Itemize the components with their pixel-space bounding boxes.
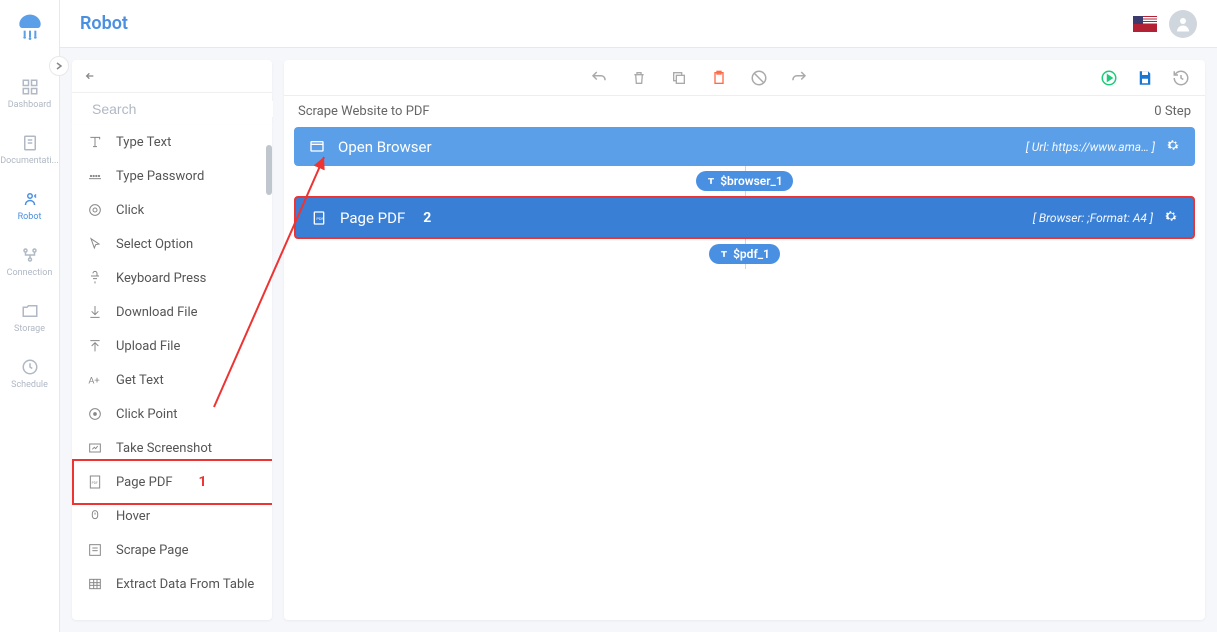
step-open-browser[interactable]: Open Browser [ Url: https://www.ama… ] bbox=[294, 127, 1195, 166]
step-title: Page PDF bbox=[340, 209, 405, 227]
save-button[interactable] bbox=[1135, 68, 1155, 88]
action-item-select[interactable]: Select Option bbox=[72, 227, 272, 261]
clickpoint-icon bbox=[86, 405, 104, 423]
annotation-1: 1 bbox=[199, 474, 207, 490]
select-icon bbox=[86, 235, 104, 253]
logo-icon bbox=[12, 10, 48, 46]
table-icon bbox=[86, 575, 104, 593]
avatar[interactable] bbox=[1169, 10, 1197, 38]
step-title: Open Browser bbox=[338, 138, 432, 156]
delete-button[interactable] bbox=[629, 68, 649, 88]
screenshot-icon bbox=[86, 439, 104, 457]
paste-button[interactable] bbox=[709, 68, 729, 88]
action-label: Keyboard Press bbox=[116, 271, 206, 286]
output-variable-badge[interactable]: $browser_1 bbox=[696, 171, 793, 191]
header: Robot bbox=[60, 0, 1217, 48]
click-icon bbox=[86, 201, 104, 219]
scrape-icon bbox=[86, 541, 104, 559]
nav-expand-button[interactable] bbox=[49, 56, 69, 76]
action-palette: Type Text Type Password Click Select Option… bbox=[72, 60, 272, 620]
nav-label: Schedule bbox=[11, 380, 48, 390]
step-params: [ Url: https://www.ama… ] bbox=[1026, 140, 1155, 154]
canvas: Scrape Website to PDF 0 Step Open Browse… bbox=[284, 60, 1205, 620]
action-label: Hover bbox=[116, 509, 150, 524]
nav-label: Documentati... bbox=[0, 156, 58, 166]
run-button[interactable] bbox=[1099, 68, 1119, 88]
action-item-password[interactable]: Type Password bbox=[72, 159, 272, 193]
action-item-hover[interactable]: Hover bbox=[72, 499, 272, 533]
keyboard-icon bbox=[86, 269, 104, 287]
action-list: Type Text Type Password Click Select Option… bbox=[72, 125, 272, 620]
step-page-pdf[interactable]: PDF Page PDF 2 [ Browser: ;Format: A4 ] bbox=[294, 196, 1195, 239]
type-icon bbox=[86, 133, 104, 151]
action-item-table[interactable]: Extract Data From Table bbox=[72, 567, 272, 601]
history-button[interactable] bbox=[1171, 68, 1191, 88]
copy-button[interactable] bbox=[669, 68, 689, 88]
action-item-screenshot[interactable]: Take Screenshot bbox=[72, 431, 272, 465]
action-item-keyboard[interactable]: Keyboard Press bbox=[72, 261, 272, 295]
search-box bbox=[72, 92, 272, 125]
nav-schedule[interactable]: Schedule bbox=[0, 346, 60, 402]
svg-text:PDF: PDF bbox=[316, 216, 324, 221]
action-label: Get Text bbox=[116, 373, 164, 388]
gettext-icon: A+ bbox=[86, 371, 104, 389]
browser-icon bbox=[308, 138, 326, 156]
action-item-upload[interactable]: Upload File bbox=[72, 329, 272, 363]
action-label: Click Point bbox=[116, 407, 178, 422]
pdf-icon: PDF bbox=[310, 209, 328, 227]
svg-text:A+: A+ bbox=[88, 375, 99, 386]
nav-dashboard[interactable]: Dashboard bbox=[0, 66, 60, 122]
action-label: Upload File bbox=[116, 339, 180, 354]
search-input[interactable] bbox=[92, 101, 273, 117]
disable-button[interactable] bbox=[749, 68, 769, 88]
action-item-click[interactable]: Click bbox=[72, 193, 272, 227]
nav-connection[interactable]: Connection bbox=[0, 234, 60, 290]
action-item-gettext[interactable]: A+ Get Text bbox=[72, 363, 272, 397]
step-settings-button[interactable] bbox=[1165, 137, 1181, 156]
output-variable-badge[interactable]: $pdf_1 bbox=[709, 244, 780, 264]
download-icon bbox=[86, 303, 104, 321]
redo-button[interactable] bbox=[789, 68, 809, 88]
upload-icon bbox=[86, 337, 104, 355]
language-flag-icon[interactable] bbox=[1133, 16, 1157, 32]
nav-robot[interactable]: Robot bbox=[0, 178, 60, 234]
action-item-pdf[interactable]: PDF Page PDF 1 bbox=[72, 465, 272, 499]
undo-button[interactable] bbox=[589, 68, 609, 88]
palette-back-button[interactable] bbox=[82, 66, 102, 86]
action-label: Download File bbox=[116, 305, 198, 320]
password-icon bbox=[86, 167, 104, 185]
action-label: Take Screenshot bbox=[116, 441, 212, 456]
action-label: Type Text bbox=[116, 135, 171, 150]
nav-documentation[interactable]: Documentati... bbox=[0, 122, 60, 178]
action-label: Select Option bbox=[116, 237, 193, 252]
action-label: Extract Data From Table bbox=[116, 577, 254, 592]
nav-label: Robot bbox=[18, 212, 42, 222]
action-item-clickpoint[interactable]: Click Point bbox=[72, 397, 272, 431]
toolbar bbox=[284, 60, 1205, 96]
action-item-download[interactable]: Download File bbox=[72, 295, 272, 329]
action-label: Scrape Page bbox=[116, 543, 189, 558]
action-item-scrape[interactable]: Scrape Page bbox=[72, 533, 272, 567]
nav-sidebar: Dashboard Documentati... Robot Connectio… bbox=[0, 0, 60, 632]
text-icon bbox=[706, 176, 716, 186]
step-count: 0 Step bbox=[1154, 104, 1191, 119]
action-label: Type Password bbox=[116, 169, 204, 184]
nav-storage[interactable]: Storage bbox=[0, 290, 60, 346]
action-item-type[interactable]: Type Text bbox=[72, 125, 272, 159]
text-icon bbox=[719, 249, 729, 259]
nav-label: Connection bbox=[7, 268, 53, 278]
nav-label: Storage bbox=[14, 324, 45, 334]
svg-text:PDF: PDF bbox=[92, 481, 98, 485]
page-title: Robot bbox=[80, 13, 128, 34]
workflow-title: Scrape Website to PDF bbox=[298, 104, 430, 119]
annotation-2: 2 bbox=[423, 210, 431, 226]
action-label: Page PDF bbox=[116, 475, 173, 490]
step-settings-button[interactable] bbox=[1163, 208, 1179, 227]
scrollbar-thumb[interactable] bbox=[266, 145, 272, 195]
step-params: [ Browser: ;Format: A4 ] bbox=[1033, 211, 1153, 225]
action-label: Click bbox=[116, 203, 144, 218]
pdf-icon: PDF bbox=[86, 473, 104, 491]
nav-label: Dashboard bbox=[8, 100, 52, 110]
hover-icon bbox=[86, 507, 104, 525]
